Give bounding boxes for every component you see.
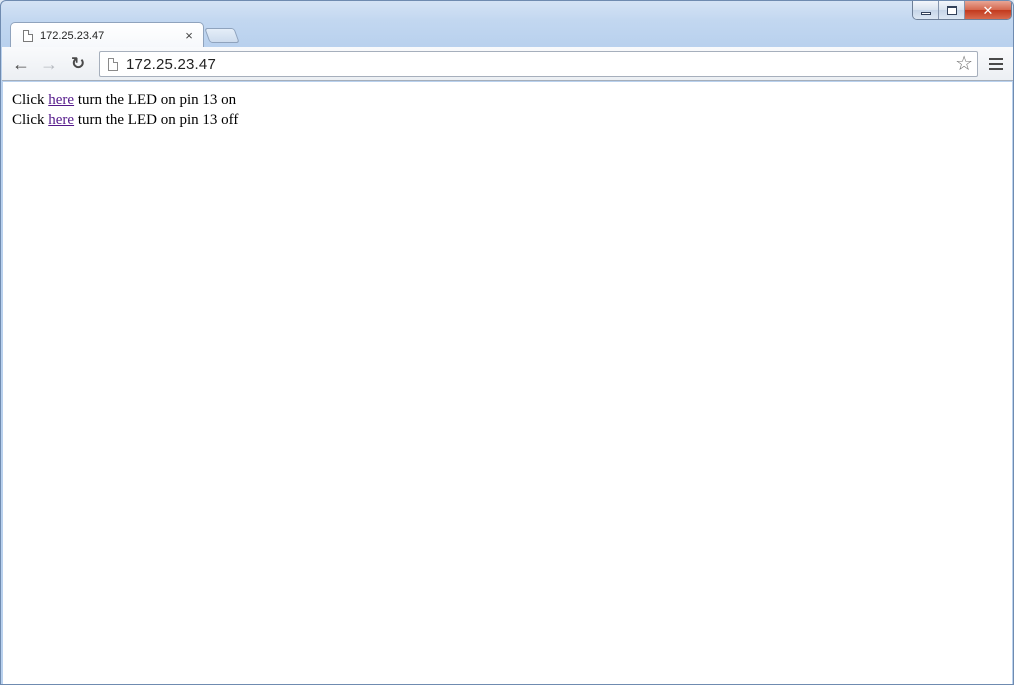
led-on-line: Click here turn the LED on pin 13 on [12,90,1003,110]
back-button[interactable]: ← [9,53,33,75]
page-content: Click here turn the LED on pin 13 on Cli… [3,82,1012,684]
browser-toolbar: ← → ↻ 172.25.23.47 ☆ [2,47,1013,81]
led-off-link[interactable]: here [48,112,74,128]
page-icon [23,29,33,42]
minimize-button[interactable] [913,1,939,19]
menu-icon-bar [989,58,1003,60]
tab-close-icon[interactable]: × [183,28,195,43]
star-icon[interactable]: ☆ [955,54,973,74]
maximize-button[interactable] [939,1,965,19]
reload-icon: ↻ [70,54,86,73]
menu-icon-bar [989,63,1003,65]
minimize-icon [920,11,931,15]
menu-button[interactable] [988,56,1004,72]
address-bar[interactable]: 172.25.23.47 ☆ [99,51,978,77]
line-suffix: turn the LED on pin 13 on [74,92,237,108]
new-tab-button[interactable] [204,28,240,43]
tab-strip: 172.25.23.47 × [1,21,1013,48]
menu-icon-bar [989,68,1003,70]
line-suffix: turn the LED on pin 13 off [74,112,239,128]
tab-active[interactable]: 172.25.23.47 × [10,22,204,48]
page-icon [108,57,118,71]
address-bar-url[interactable]: 172.25.23.47 [126,56,955,73]
led-off-line: Click here turn the LED on pin 13 off [12,110,1003,130]
line-prefix: Click [12,92,49,108]
window-controls: ✕ [912,1,1012,20]
arrow-left-icon: ← [12,53,30,74]
led-on-link[interactable]: here [48,92,74,108]
browser-window: ✕ 172.25.23.47 × ← → ↻ 172.25.23.47 ☆ Cl… [0,0,1014,685]
close-icon: ✕ [982,2,994,18]
forward-button[interactable]: → [37,53,61,75]
tab-title: 172.25.23.47 [40,29,105,42]
reload-button[interactable]: ↻ [66,53,90,75]
maximize-icon [946,5,957,15]
line-prefix: Click [12,112,49,128]
arrow-right-icon: → [40,53,58,74]
close-window-button[interactable]: ✕ [965,1,1011,19]
